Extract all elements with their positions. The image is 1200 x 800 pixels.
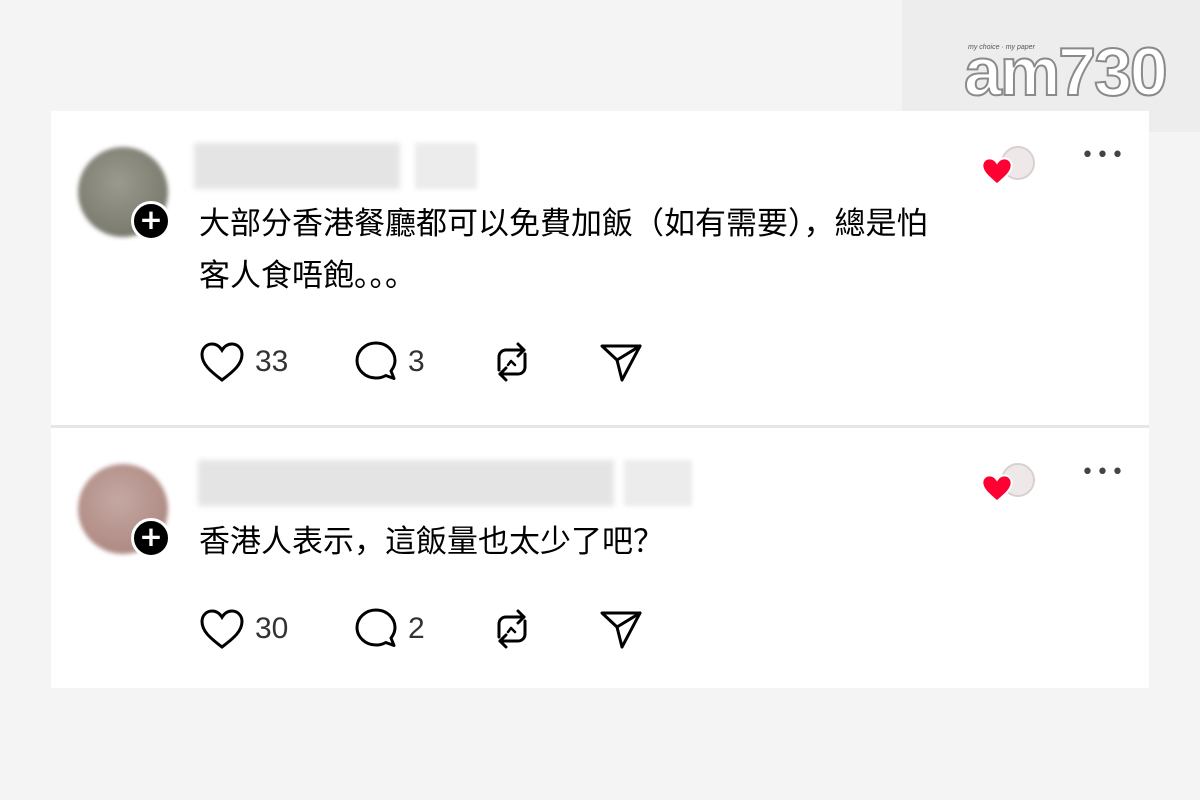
author-name-redacted: [194, 143, 400, 189]
post-text: 大部分香港餐廳都可以免費加飯（如有需要），總是怕 客人食唔飽。。。: [199, 198, 1119, 302]
like-count: 33: [255, 345, 289, 378]
heart-outline-icon: [200, 342, 244, 382]
more-options-icon[interactable]: •••: [1081, 141, 1124, 171]
am730-logo: am730 my choice · my paper: [962, 32, 1169, 110]
follow-plus-icon[interactable]: +: [131, 201, 171, 241]
post-text: 香港人表示，這飯量也太少了吧？: [199, 516, 1119, 568]
share-button[interactable]: [599, 339, 643, 385]
repost-button[interactable]: [491, 606, 533, 652]
like-count: 30: [255, 612, 289, 645]
post-actions: 30 2: [199, 606, 699, 652]
send-paper-plane-icon: [600, 344, 642, 382]
share-button[interactable]: [599, 606, 643, 652]
heart-filled-icon: [981, 157, 1013, 186]
repost-arrows-icon: [497, 609, 527, 649]
liked-by-author-indicator: [981, 143, 1041, 186]
heart-filled-icon: [981, 474, 1013, 503]
reply-button[interactable]: 2: [354, 606, 425, 652]
send-paper-plane-icon: [600, 611, 642, 649]
repost-button[interactable]: [491, 339, 533, 385]
like-button[interactable]: 30: [199, 606, 288, 652]
post-text-line: 客人食唔飽。。。: [199, 258, 416, 294]
reply-count: 3: [408, 345, 425, 378]
follow-plus-icon[interactable]: +: [131, 518, 171, 558]
post-card: + ••• 大部分香港餐廳都可以免費加飯（如有需要），總是怕 客人食唔飽。。。 …: [51, 111, 1149, 425]
repost-arrows-icon: [497, 342, 527, 382]
speech-bubble-icon: [355, 608, 397, 647]
timestamp-redacted: [624, 460, 692, 506]
post-text-line: 大部分香港餐廳都可以免費加飯（如有需要），總是怕: [199, 206, 928, 242]
post-text-line: 香港人表示，這飯量也太少了吧？: [199, 524, 664, 560]
more-options-icon[interactable]: •••: [1081, 458, 1124, 488]
author-name-redacted: [198, 460, 614, 506]
post-actions: 33 3: [199, 339, 699, 385]
post-card: + ••• 香港人表示，這飯量也太少了吧？ 30 2: [51, 428, 1149, 688]
logo-tagline: my choice · my paper: [968, 44, 1035, 51]
speech-bubble-icon: [355, 341, 397, 380]
heart-outline-icon: [200, 609, 244, 649]
reply-count: 2: [408, 612, 425, 645]
liked-by-author-indicator: [981, 460, 1041, 503]
timestamp-redacted: [415, 143, 477, 189]
reply-button[interactable]: 3: [354, 339, 425, 385]
like-button[interactable]: 33: [199, 339, 288, 385]
